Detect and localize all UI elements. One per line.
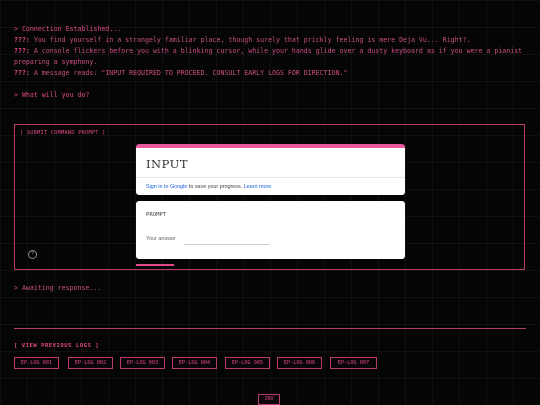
question-label: PROMPT <box>146 212 167 218</box>
question-card: PROMPT Your answer <box>136 201 405 259</box>
log-button-007[interactable]: EP-LOG 007 <box>330 357 377 369</box>
help-icon[interactable]: ? <box>28 250 37 259</box>
divider <box>136 177 405 178</box>
signin-link[interactable]: Sign in to Google <box>146 184 187 190</box>
form-title: INPUT <box>146 157 189 171</box>
speaker-label: ???: <box>14 36 30 44</box>
answer-underline <box>184 244 270 245</box>
log-button-006[interactable]: EP-LOG 006 <box>277 357 322 369</box>
logs-title: [ VIEW PREVIOUS LOGS ] <box>14 343 100 349</box>
log-button-002[interactable]: EP-LOG 002 <box>68 357 113 369</box>
status-line: > Awaiting response... <box>14 284 102 292</box>
narration-text: You find yourself in a strangely familia… <box>29 36 471 44</box>
submit-button[interactable] <box>136 264 174 266</box>
log-button-001[interactable]: EP-LOG 001 <box>14 357 59 369</box>
question-prompt: > What will you do? <box>14 91 90 99</box>
narration-line: ???: A message reads: "INPUT REQUIRED TO… <box>14 68 524 79</box>
log-button-005[interactable]: EP-LOG 005 <box>225 357 270 369</box>
answer-input[interactable]: Your answer <box>146 236 176 242</box>
inventory-button[interactable]: INV <box>258 394 280 405</box>
panel-title: [ SUBMIT COMMAND PROMPT ] <box>20 130 106 136</box>
learn-more-link[interactable]: Learn more <box>244 184 272 190</box>
narration-text: A console flickers before you with a bli… <box>14 47 523 66</box>
narration-line: ???: You find yourself in a strangely fa… <box>14 35 524 46</box>
speaker-label: ???: <box>14 47 30 55</box>
speaker-label: ???: <box>14 69 30 77</box>
signin-notice: Sign in to Google to save your progress.… <box>146 184 271 190</box>
narration-text: A message reads: "INPUT REQUIRED TO PROC… <box>29 69 348 77</box>
terminal-output: > Connection Established... ???: You fin… <box>14 24 524 101</box>
narration-line: ???: A console flickers before you with … <box>14 46 524 68</box>
divider <box>14 328 526 329</box>
signin-text: to save your progress. <box>187 184 244 190</box>
connection-line: > Connection Established... <box>14 25 122 33</box>
log-button-003[interactable]: EP-LOG 003 <box>120 357 165 369</box>
form-header-card: INPUT Sign in to Google to save your pro… <box>136 144 405 195</box>
log-button-004[interactable]: EP-LOG 004 <box>172 357 217 369</box>
